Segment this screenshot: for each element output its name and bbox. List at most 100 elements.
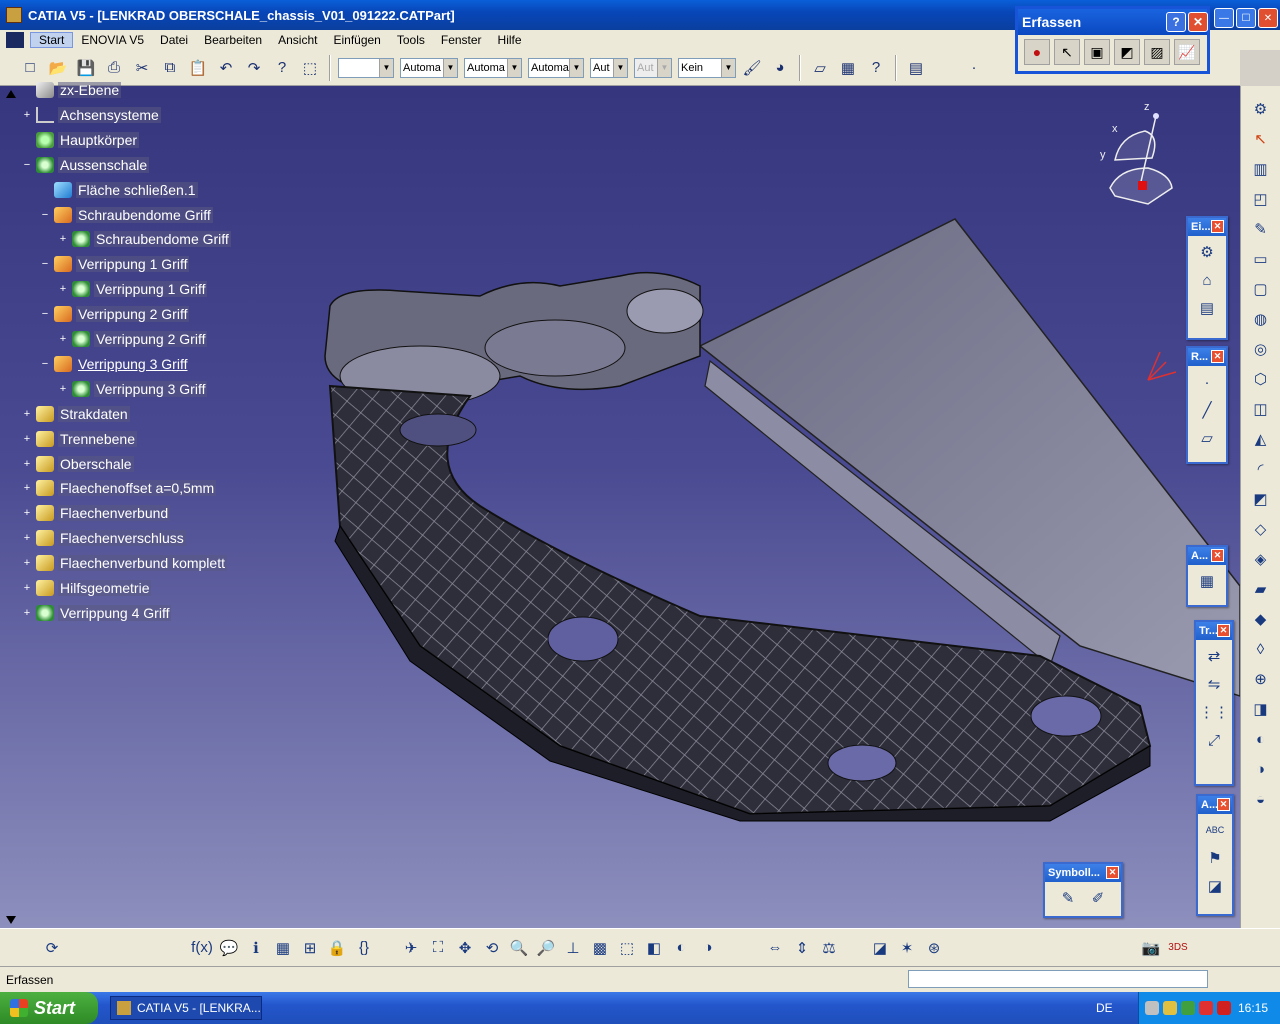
graphic-combo-6[interactable]: Kein ▼ — [678, 57, 736, 78]
apply-material-icon[interactable]: ◪ — [868, 936, 892, 960]
workbench-icon[interactable]: ⚙ — [1247, 96, 1275, 122]
tree-node[interactable]: + Oberschale — [22, 454, 134, 474]
tree-node[interactable]: + Schraubendome Griff — [58, 229, 231, 249]
text-annotation-icon[interactable]: ABC — [1203, 818, 1227, 842]
normal-view-icon[interactable]: ⊥ — [561, 936, 585, 960]
new-icon[interactable]: □ — [18, 56, 42, 80]
menu-start[interactable]: Start — [30, 32, 74, 48]
scroll-down-icon[interactable] — [6, 916, 16, 924]
expand-icon[interactable]: + — [22, 508, 32, 519]
security-icon[interactable] — [1163, 1001, 1177, 1015]
plane-icon[interactable]: ▱ — [1195, 426, 1219, 450]
tree-node[interactable]: + Strakdaten — [22, 404, 130, 424]
loft-icon[interactable]: ◭ — [1247, 426, 1275, 452]
expand-icon[interactable]: + — [22, 433, 32, 444]
expand-icon[interactable]: + — [58, 334, 68, 345]
catia-logo-icon[interactable] — [6, 32, 24, 48]
plane-icon[interactable]: ◰ — [1247, 186, 1275, 212]
undo-icon[interactable]: ↶ — [214, 56, 238, 80]
tree-node[interactable]: + Flaechenverbund — [22, 503, 171, 523]
minimize-button[interactable]: — — [1214, 8, 1234, 28]
3d-box-icon[interactable]: ⬚ — [298, 56, 322, 80]
shell-icon[interactable]: ◈ — [1247, 546, 1275, 572]
update-icon[interactable]: ⟳ — [40, 936, 64, 960]
boolean-icon[interactable]: ◨ — [1247, 696, 1275, 722]
help-button[interactable]: ? — [1166, 12, 1186, 32]
close-icon[interactable]: ✕ — [1211, 350, 1224, 363]
shaft-icon[interactable]: ◍ — [1247, 306, 1275, 332]
graphic-combo-0[interactable]: ▼ — [338, 57, 394, 78]
graphic-combo-2[interactable]: Automa ▼ — [464, 57, 522, 78]
chevron-down-icon[interactable]: ▼ — [379, 58, 393, 77]
expand-icon[interactable]: + — [58, 284, 68, 295]
environment-icon[interactable]: ⊛ — [922, 936, 946, 960]
thread-icon[interactable]: ◆ — [1247, 606, 1275, 632]
zoom-in-icon[interactable]: 🔍 — [507, 936, 531, 960]
tree-node[interactable]: Hauptkörper — [22, 130, 140, 150]
language-indicator[interactable]: DE — [1096, 1001, 1113, 1015]
comment-icon[interactable]: 💬 — [217, 936, 241, 960]
formula-icon[interactable]: f(x) — [190, 936, 214, 960]
cut-icon[interactable]: ✂ — [130, 56, 154, 80]
parameter-icon[interactable]: ⊞ — [298, 936, 322, 960]
close-button[interactable]: ✕ — [1188, 12, 1208, 32]
tree-node[interactable]: + Hilfsgeometrie — [22, 578, 152, 598]
chart-icon[interactable]: 📈 — [1174, 39, 1200, 65]
analysis-icon[interactable]: ▦ — [1195, 569, 1219, 593]
zoom-out-icon[interactable]: 🔎 — [534, 936, 558, 960]
network-icon[interactable] — [1145, 1001, 1159, 1015]
sketch-plane-icon[interactable]: ▱ — [808, 56, 832, 80]
menu-ansicht[interactable]: Ansicht — [270, 33, 325, 47]
expand-icon[interactable]: + — [22, 109, 32, 120]
menu-fenster[interactable]: Fenster — [433, 33, 490, 47]
tree-node[interactable]: + Trennebene — [22, 429, 137, 449]
shield-icon[interactable] — [1217, 1001, 1231, 1015]
geometrical-set-icon[interactable]: ⌂ — [1195, 268, 1219, 292]
painter-icon[interactable]: 🖌 — [740, 56, 764, 80]
mass-icon[interactable]: ⚖ — [817, 936, 841, 960]
hide-show-icon[interactable]: ◐ — [669, 936, 693, 960]
whats-this-icon[interactable]: ? — [270, 56, 294, 80]
iso-view-icon[interactable]: ⬚ — [615, 936, 639, 960]
chevron-down-icon[interactable]: ▼ — [657, 58, 671, 77]
chevron-down-icon[interactable]: ▼ — [613, 58, 627, 77]
hole-icon[interactable]: ◎ — [1247, 336, 1275, 362]
point-icon[interactable]: · — [1195, 370, 1219, 394]
camera-icon[interactable]: 📷 — [1139, 936, 1163, 960]
tree-node[interactable]: − Verrippung 3 Griff — [40, 354, 189, 374]
tree-node[interactable]: + Flaechenverbund komplett — [22, 553, 227, 573]
sketcher-icon[interactable]: ✎ — [1247, 216, 1275, 242]
tree-node[interactable]: − Schraubendome Griff — [40, 205, 213, 225]
thickness-icon[interactable]: ▰ — [1247, 576, 1275, 602]
measure-item-icon[interactable]: ✐ — [1086, 886, 1110, 910]
symmetry-icon[interactable]: ⇋ — [1202, 672, 1226, 696]
graphic-combo-4[interactable]: Aut ▼ — [590, 57, 628, 78]
tree-node[interactable]: + Verrippung 4 Griff — [22, 603, 172, 623]
table-icon[interactable]: ▦ — [271, 936, 295, 960]
collapse-icon[interactable]: − — [40, 209, 50, 220]
collapse-icon[interactable]: − — [22, 159, 32, 170]
query-icon[interactable]: ? — [864, 56, 888, 80]
tree-node[interactable]: + Verrippung 2 Griff — [58, 329, 208, 349]
measure-icon[interactable]: ✎ — [1056, 886, 1080, 910]
pan-icon[interactable]: ✥ — [453, 936, 477, 960]
chamfer-icon[interactable]: ◩ — [1247, 486, 1275, 512]
rotate-icon[interactable]: ⟲ — [480, 936, 504, 960]
lock-icon[interactable]: 🔒 — [325, 936, 349, 960]
material-icon[interactable]: ◕ — [768, 56, 792, 80]
record-icon[interactable]: ● — [1024, 39, 1050, 65]
tree-node[interactable]: + Flaechenoffset a=0,5mm — [22, 478, 217, 498]
expand-icon[interactable]: + — [22, 458, 32, 469]
close-icon[interactable]: ✕ — [1211, 549, 1224, 562]
chevron-down-icon[interactable]: ▼ — [443, 58, 457, 77]
body-icon[interactable]: ⚙ — [1195, 240, 1219, 264]
update-tray-icon[interactable] — [1181, 1001, 1195, 1015]
expand-icon[interactable]: + — [22, 583, 32, 594]
menu-datei[interactable]: Datei — [152, 33, 196, 47]
ordered-set-icon[interactable]: ▤ — [1195, 296, 1219, 320]
expand-icon[interactable]: + — [22, 558, 32, 569]
options-icon[interactable]: ▣ — [1084, 39, 1110, 65]
render-icon[interactable]: ✶ — [895, 936, 919, 960]
paste-icon[interactable]: 📋 — [186, 56, 210, 80]
save-icon[interactable]: 💾 — [74, 56, 98, 80]
